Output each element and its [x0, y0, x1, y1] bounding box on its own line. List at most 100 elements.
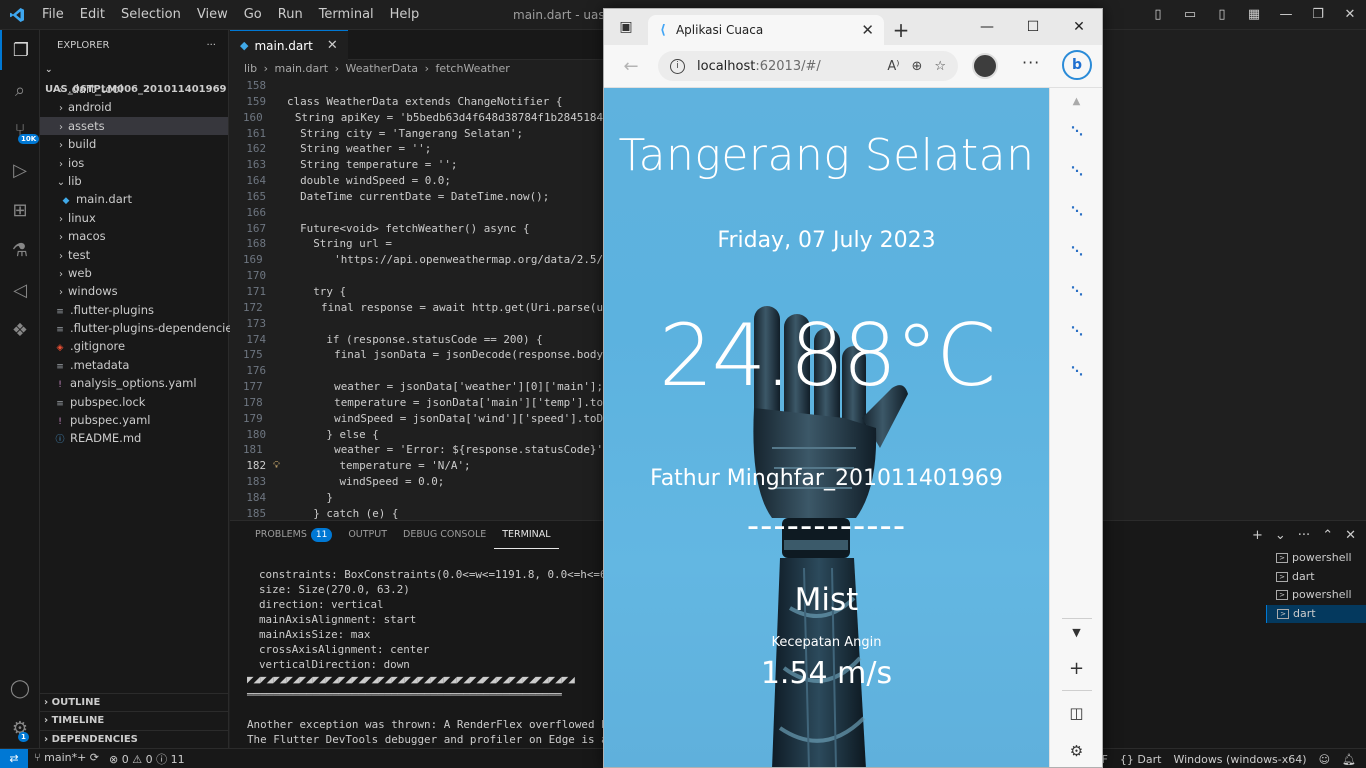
sidebar-loading-icon[interactable]: ⋱: [1050, 244, 1102, 258]
panel-more-icon[interactable]: ···: [1298, 528, 1310, 543]
window-close-icon[interactable]: ✕: [1334, 0, 1366, 30]
sidebar-loading-icon[interactable]: ⋱: [1050, 364, 1102, 378]
url-text[interactable]: localhost:62013/#/: [697, 59, 875, 74]
sidebar-layout-icon[interactable]: ◫: [1050, 704, 1102, 722]
file-tree-item[interactable]: › ios: [40, 154, 228, 172]
toggle-primary-sidebar-icon[interactable]: ▯: [1142, 0, 1174, 30]
sidebar-settings-gear-icon[interactable]: ⚙: [1050, 742, 1102, 760]
maximize-panel-icon[interactable]: ⌃: [1322, 528, 1333, 543]
language-status[interactable]: {} Dart: [1120, 753, 1162, 766]
new-terminal-icon[interactable]: +: [1252, 528, 1263, 543]
sidebar-scroll-down-icon[interactable]: ▼: [1050, 626, 1102, 639]
toggle-panel-icon[interactable]: ▭: [1174, 0, 1206, 30]
terminal-list-item[interactable]: > powershell: [1266, 549, 1366, 568]
back-arrow-icon[interactable]: ←: [604, 56, 658, 77]
toggle-secondary-sidebar-icon[interactable]: ▯: [1206, 0, 1238, 30]
file-tree-item[interactable]: ◆ main.dart: [40, 190, 228, 208]
lightbulb-icon[interactable]: 💡︎: [266, 458, 287, 474]
sidebar-loading-icon[interactable]: ⋱: [1050, 164, 1102, 178]
bing-copilot-icon[interactable]: b: [1062, 50, 1092, 80]
sidebar-loading-icon[interactable]: ⋱: [1050, 324, 1102, 338]
tab-actions-icon[interactable]: ▣: [604, 9, 648, 45]
figma-icon[interactable]: ❖: [0, 310, 40, 350]
file-tree-item[interactable]: ≡ .flutter-plugins-dependencies: [40, 319, 238, 337]
feedback-icon[interactable]: ☺: [1319, 753, 1330, 766]
file-tree-item[interactable]: › assets: [40, 116, 228, 136]
file-tree-item[interactable]: › windows: [40, 282, 228, 300]
window-minimize-icon[interactable]: —: [1270, 0, 1302, 30]
sidebar-loading-icon[interactable]: ⋱: [1050, 204, 1102, 218]
menu-terminal[interactable]: Terminal: [311, 0, 382, 30]
panel-tab-debug-console[interactable]: DEBUG CONSOLE: [395, 521, 494, 549]
editor-tab-main-dart[interactable]: ◆ main.dart ✕: [230, 30, 348, 60]
file-tree-item[interactable]: ≡ pubspec.lock: [40, 393, 228, 411]
browser-more-icon[interactable]: ···: [1022, 53, 1040, 72]
file-tree-item[interactable]: ! analysis_options.yaml: [40, 374, 228, 392]
menu-run[interactable]: Run: [270, 0, 311, 30]
browser-tab[interactable]: ⟨ Aplikasi Cuaca ✕: [648, 15, 884, 45]
sidebar-loading-icon[interactable]: ⋱: [1050, 284, 1102, 298]
manage-gear-icon[interactable]: ⚙ 1: [0, 708, 40, 748]
file-tree-item[interactable]: › macos: [40, 227, 228, 245]
menu-go[interactable]: Go: [236, 0, 270, 30]
window-restore-icon[interactable]: ❐: [1302, 0, 1334, 30]
breadcrumb-method[interactable]: fetchWeather: [435, 62, 509, 75]
file-tree-item[interactable]: › test: [40, 246, 228, 264]
accounts-icon[interactable]: ◯: [0, 668, 40, 708]
browser-tab-close-icon[interactable]: ✕: [861, 21, 874, 39]
project-folder[interactable]: ⌄ UAS_06TPLM006_201011401969: [40, 60, 228, 95]
run-debug-icon[interactable]: ▷: [0, 150, 40, 190]
breadcrumb-file[interactable]: main.dart: [275, 62, 329, 75]
terminal-list-item[interactable]: > dart: [1266, 604, 1366, 623]
browser-close-icon[interactable]: ✕: [1056, 9, 1102, 45]
file-tree-item[interactable]: › android: [40, 98, 228, 116]
menu-help[interactable]: Help: [382, 0, 428, 30]
panel-tab-output[interactable]: OUTPUT: [340, 521, 395, 549]
flutter-icon[interactable]: ◁: [0, 270, 40, 310]
explorer-more-icon[interactable]: ···: [206, 40, 216, 51]
sidebar-scroll-up-icon[interactable]: ▲: [1050, 96, 1102, 107]
tab-close-icon[interactable]: ✕: [327, 38, 338, 53]
menu-edit[interactable]: Edit: [72, 0, 113, 30]
timeline-section[interactable]: › TIMELINE: [40, 711, 229, 730]
source-control-icon[interactable]: ⑂ 10K: [0, 110, 40, 150]
outline-section[interactable]: › OUTLINE: [40, 692, 229, 712]
file-tree-item[interactable]: ≡ .metadata: [40, 356, 228, 374]
sidebar-loading-icon[interactable]: ⋱: [1050, 124, 1102, 138]
branch-status[interactable]: ⑂ main*+ ⟳: [34, 751, 99, 767]
browser-minimize-icon[interactable]: —: [964, 9, 1010, 45]
terminal-list-item[interactable]: > dart: [1266, 568, 1366, 587]
file-tree-item[interactable]: › linux: [40, 209, 228, 227]
code-view[interactable]: 158 159 class WeatherData extends ChangeNo…: [230, 78, 603, 520]
extensions-icon[interactable]: ⊞: [0, 190, 40, 230]
terminal-dropdown-icon[interactable]: ⌄: [1275, 528, 1286, 543]
terminal-list-item[interactable]: > powershell: [1266, 586, 1366, 605]
menu-selection[interactable]: Selection: [113, 0, 189, 30]
panel-tab-terminal[interactable]: TERMINAL: [494, 522, 559, 549]
breadcrumb-class[interactable]: WeatherData: [345, 62, 418, 75]
file-tree-item[interactable]: ◈ .gitignore: [40, 337, 228, 355]
breadcrumb-lib[interactable]: lib: [244, 62, 257, 75]
panel-tab-problems[interactable]: PROBLEMS 11: [247, 521, 340, 549]
sidebar-add-icon[interactable]: +: [1050, 658, 1102, 679]
platform-status[interactable]: Windows (windows-x64): [1173, 753, 1306, 766]
dependencies-section[interactable]: › DEPENDENCIES: [40, 729, 229, 749]
read-aloud-icon[interactable]: A⁾: [887, 59, 899, 74]
notifications-bell-icon[interactable]: 🔔︎: [1342, 753, 1356, 766]
browser-maximize-icon[interactable]: ☐: [1010, 9, 1056, 45]
testing-icon[interactable]: ⚗: [0, 230, 40, 270]
file-tree-item[interactable]: › .dart_tool: [40, 80, 228, 98]
profile-avatar[interactable]: [972, 53, 998, 79]
zoom-icon[interactable]: ⊕: [911, 59, 922, 74]
file-tree-item[interactable]: ⓘ README.md: [40, 429, 228, 447]
customize-layout-icon[interactable]: ▦: [1238, 0, 1270, 30]
terminal-output[interactable]: constraints: BoxConstraints(0.0<=w<=1191…: [247, 567, 634, 762]
close-panel-icon[interactable]: ✕: [1345, 528, 1356, 543]
favorite-star-icon[interactable]: ☆: [934, 59, 946, 74]
menu-view[interactable]: View: [189, 0, 236, 30]
new-tab-icon[interactable]: +: [884, 15, 918, 45]
site-info-icon[interactable]: i: [670, 58, 685, 74]
search-icon[interactable]: ⌕: [0, 70, 40, 110]
file-tree-item[interactable]: › build: [40, 135, 228, 153]
address-bar[interactable]: i localhost:62013/#/ A⁾ ⊕ ☆: [658, 51, 958, 81]
